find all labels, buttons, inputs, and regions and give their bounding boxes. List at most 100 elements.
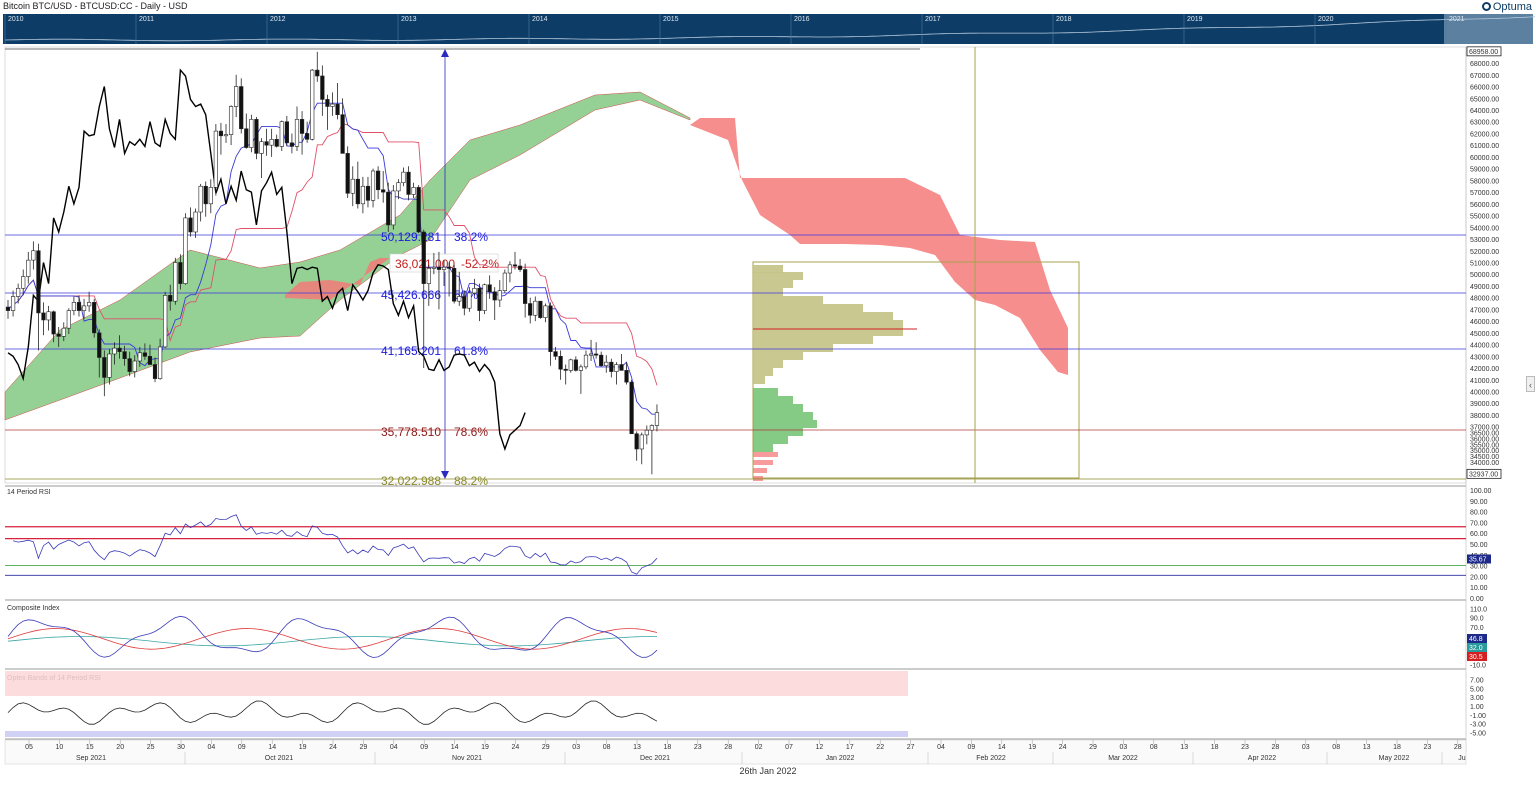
high-price-flag-label: 68958.00 [1469,49,1498,56]
candle-body [122,351,127,359]
price-candle [173,257,178,305]
volume-profile-bar [753,396,793,404]
month-label: Dec 2021 [640,755,670,762]
candle-body [558,356,563,370]
candle-body [16,287,21,297]
candle-body [487,284,492,293]
volume-profile-bar [753,444,773,452]
price-axis-tick: 42000.00 [1470,366,1499,373]
candle-body [416,187,421,233]
date-tick-label: 27 [907,744,915,751]
candle-body [467,292,472,309]
candle-body [573,359,578,371]
rsi-axis-tick: 80.00 [1470,510,1488,517]
price-axis-tick: 50000.00 [1470,272,1499,279]
candle-body [370,170,376,201]
candle-body [269,139,274,146]
chart-canvas[interactable]: 2010 2011 2012 2013 2014 2015 2016 2017 2018 2019… [0,0,1536,783]
candle-body [305,133,310,140]
price-candle [502,269,507,293]
composite-value-flag-label: 46.8 [1469,636,1483,643]
fib-level-value: 50,129.281 [381,230,441,244]
price-axis-tick: 64000.00 [1470,108,1499,115]
date-tick-label: 13 [1363,744,1371,751]
candle-body [61,327,66,337]
price-candle [239,78,244,134]
price-axis-tick: 54000.00 [1470,225,1499,232]
chart-title: Bitcoin BTC/USD - BTCUSD:CC - Daily - US… [3,1,188,11]
candle-body [386,191,391,226]
date-tick-label: 04 [208,744,216,751]
price-axis-tick: 45000.00 [1470,331,1499,338]
candle-body [10,296,16,311]
candle-body [588,353,594,356]
candle-body [178,262,183,284]
candle-body [335,103,340,115]
price-axis-tick: 38000.00 [1470,413,1499,420]
composite-axis-tick: 90.0 [1470,616,1484,623]
volume-profile-bar [753,312,893,320]
month-label: Sep 2021 [76,755,106,762]
price-candle [629,379,634,435]
candle-body [239,86,244,130]
candle-body [568,359,573,371]
candle-body [198,185,203,213]
price-candle [568,358,573,373]
volume-profile-bar [753,460,773,465]
date-tick-label: 10 [56,744,64,751]
candle-body [5,306,11,311]
candle-body [391,190,396,226]
date-tick-label: 13 [1180,744,1188,751]
date-tick-label: 08 [603,744,611,751]
month-label: Ju [1458,755,1466,762]
candle-body [173,262,178,302]
price-axis-tick: 49000.00 [1470,284,1499,291]
rsi-axis-tick: 30.00 [1470,564,1488,571]
volume-profile-bar [753,265,783,273]
month-label: Nov 2021 [452,755,482,762]
volume-profile-bar [753,336,873,344]
candle-body [594,353,599,356]
price-axis-tick: 57000.00 [1470,190,1499,197]
candle-body [634,433,639,450]
composite-title: Composite Index [7,605,60,612]
volume-profile-bar [753,468,767,473]
date-tick-label: 14 [451,744,459,751]
price-candle [163,291,168,349]
candle-body [117,347,122,352]
candle-body [457,296,462,302]
candle-body [163,295,168,348]
volume-profile-bar [753,272,803,280]
candle-body [213,130,218,188]
candle-body [340,114,345,154]
volume-profile-bar [753,428,803,436]
composite-axis-tick: 70.0 [1470,625,1484,632]
date-tick-label: 28 [1454,744,1462,751]
candle-body [137,352,142,362]
optex-upper-band [5,671,908,696]
candle-body [31,250,36,261]
date-tick-label: 03 [1302,744,1310,751]
date-tick-label: 19 [1028,744,1036,751]
date-tick-label: 13 [633,744,641,751]
collapse-panel-button[interactable]: ‹ [1526,376,1535,392]
date-tick-label: 20 [116,744,124,751]
candle-body [330,103,335,107]
candle-body [431,266,436,269]
month-label: Apr 2022 [1248,755,1277,762]
candle-body [259,141,264,154]
rsi-axis-tick: 70.00 [1470,520,1488,527]
optex-axis-tick: 7.00 [1470,677,1484,684]
candle-body [147,356,153,365]
candle-body [350,178,355,194]
candle-body [649,425,654,431]
date-tick-label: 09 [238,744,246,751]
price-axis-tick: 47000.00 [1470,307,1499,314]
date-tick-label: 22 [876,744,884,751]
measure-label-percent: -52.2% [461,257,499,271]
rsi-axis-tick: 90.00 [1470,499,1488,506]
brand-name: Optuma [1492,1,1532,13]
date-tick-label: 29 [360,744,368,751]
composite-axis-tick: -10.0 [1470,663,1486,670]
btc-chart[interactable]: 2010 2011 2012 2013 2014 2015 2016 2017 2018 2019… [0,0,1536,783]
